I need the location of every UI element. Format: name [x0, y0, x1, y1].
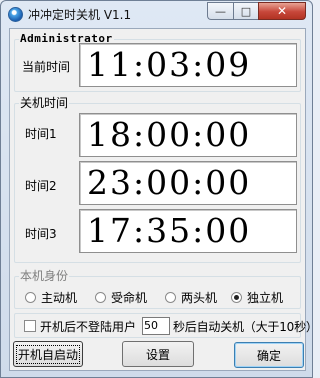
settings-button-label: 设置 — [145, 347, 170, 362]
seconds-input[interactable]: 50 — [142, 317, 170, 335]
shutdown-time-group-label: 关机时间 — [19, 95, 70, 111]
shutdown-time-group: 关机时间 时间1 18:00:00 时间2 23:00:00 时间3 17:35… — [14, 95, 301, 263]
admin-group: Administrator 当前时间 11:03:09 — [14, 31, 301, 92]
time1-label: 时间1 — [25, 127, 57, 141]
settings-button[interactable]: 设置 — [122, 341, 194, 367]
autostart-button[interactable]: 开机自启动 — [13, 341, 83, 367]
auto-shutdown-checkbox[interactable] — [24, 320, 36, 332]
maximize-icon: □ — [240, 4, 252, 18]
auto-shutdown-group: 开机后不登陆用户 50 秒后自动关机（大于10秒） — [14, 313, 318, 338]
radio-commanded-machine[interactable]: 受命机 — [95, 289, 147, 306]
autostart-button-label: 开机自启动 — [15, 344, 81, 364]
current-time-label: 当前时间 — [22, 60, 71, 74]
radio-circle-selected — [231, 292, 242, 303]
time3-label: 时间3 — [25, 227, 57, 241]
auto-shutdown-prefix-label: 开机后不登陆用户 — [40, 320, 137, 334]
radio-circle — [165, 292, 176, 303]
title-bar[interactable]: 冲冲定时关机 V1.1 — □ ✕ — [1, 1, 312, 27]
time2-label: 时间2 — [25, 179, 57, 193]
maximize-button[interactable]: □ — [233, 2, 258, 20]
app-window: 冲冲定时关机 V1.1 — □ ✕ Administrator 当前时间 11:… — [0, 0, 318, 378]
close-button[interactable]: ✕ — [258, 2, 306, 20]
current-time-display: 11:03:09 — [79, 43, 297, 87]
minimize-button[interactable]: — — [207, 2, 233, 20]
radio-standalone-machine-label: 独立机 — [247, 291, 284, 305]
radio-commanded-machine-label: 受命机 — [111, 291, 148, 305]
identity-group-label: 本机身份 — [19, 268, 70, 284]
radio-both-machine[interactable]: 两头机 — [165, 289, 217, 306]
time2-input[interactable]: 23:00:00 — [79, 161, 297, 205]
identity-group: 本机身份 主动机 受命机 两头机 独立机 — [14, 268, 301, 309]
window-title: 冲冲定时关机 V1.1 — [28, 8, 132, 22]
auto-shutdown-suffix-label: 秒后自动关机（大于10秒） — [173, 320, 318, 334]
time1-input[interactable]: 18:00:00 — [79, 113, 297, 157]
ok-button-label: 确定 — [256, 348, 281, 363]
time3-input[interactable]: 17:35:00 — [79, 209, 297, 253]
radio-active-machine-label: 主动机 — [41, 291, 78, 305]
ok-button[interactable]: 确定 — [234, 342, 304, 368]
radio-circle — [95, 292, 106, 303]
radio-both-machine-label: 两头机 — [181, 291, 218, 305]
minimize-icon: — — [215, 4, 226, 18]
client-area: Administrator 当前时间 11:03:09 关机时间 时间1 18:… — [9, 28, 318, 371]
radio-standalone-machine[interactable]: 独立机 — [231, 289, 283, 306]
app-icon — [8, 7, 23, 22]
close-icon: ✕ — [276, 4, 288, 18]
radio-circle — [25, 292, 36, 303]
radio-active-machine[interactable]: 主动机 — [25, 289, 77, 306]
